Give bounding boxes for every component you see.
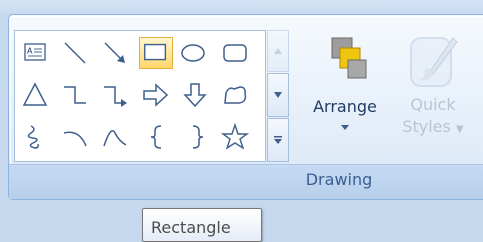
left-brace-shape-icon[interactable] bbox=[143, 123, 171, 151]
elbow-connector-shape-icon[interactable] bbox=[61, 81, 89, 109]
arrange-dropdown-icon bbox=[341, 125, 349, 130]
right-brace-shape-icon[interactable] bbox=[183, 123, 211, 151]
arc-shape-icon[interactable] bbox=[101, 123, 129, 151]
oval-shape-icon[interactable] bbox=[179, 39, 207, 67]
down-arrow-shape-icon[interactable] bbox=[181, 81, 209, 109]
line-shape-icon[interactable] bbox=[61, 39, 89, 67]
more-icon bbox=[274, 136, 282, 144]
drawing-group-footer: Drawing bbox=[9, 164, 483, 199]
drawing-group-label: Drawing bbox=[305, 170, 373, 189]
shapes-gallery: A bbox=[14, 30, 266, 162]
arrow-shape-icon[interactable] bbox=[101, 39, 129, 67]
gallery-more-button[interactable] bbox=[267, 118, 289, 162]
arrange-button[interactable]: Arrange bbox=[302, 30, 388, 154]
text-box-shape-icon[interactable]: A bbox=[21, 39, 49, 67]
chevron-up-icon bbox=[274, 48, 282, 54]
tooltip-text: Rectangle bbox=[151, 218, 231, 237]
chevron-down-icon bbox=[274, 92, 282, 98]
scribble-shape-icon[interactable] bbox=[21, 123, 49, 151]
quick-styles-label-line1: Quick bbox=[410, 95, 456, 114]
star-shape-icon[interactable] bbox=[221, 123, 249, 151]
rounded-rectangle-shape-icon[interactable] bbox=[221, 39, 249, 67]
triangle-shape-icon[interactable] bbox=[21, 81, 49, 109]
freeform-shape-icon[interactable] bbox=[221, 81, 249, 109]
gallery-scroll-down-button[interactable] bbox=[267, 73, 289, 117]
right-arrow-shape-icon[interactable] bbox=[141, 81, 169, 109]
arrange-label: Arrange bbox=[313, 97, 377, 116]
rectangle-tooltip: Rectangle bbox=[142, 208, 262, 242]
quick-styles-icon bbox=[410, 37, 458, 87]
rectangle-shape-icon[interactable] bbox=[139, 37, 173, 69]
curve-shape-icon[interactable] bbox=[61, 123, 89, 151]
ribbon-top-band bbox=[0, 0, 483, 14]
quick-styles-label-line2: Styles ▼ bbox=[402, 117, 464, 136]
arrange-icon bbox=[331, 37, 367, 79]
elbow-arrow-connector-shape-icon[interactable] bbox=[101, 81, 129, 109]
gallery-scroll-up-button[interactable] bbox=[267, 30, 289, 72]
quick-styles-button[interactable]: Quick Styles ▼ bbox=[392, 30, 474, 154]
svg-text:A: A bbox=[27, 47, 33, 56]
